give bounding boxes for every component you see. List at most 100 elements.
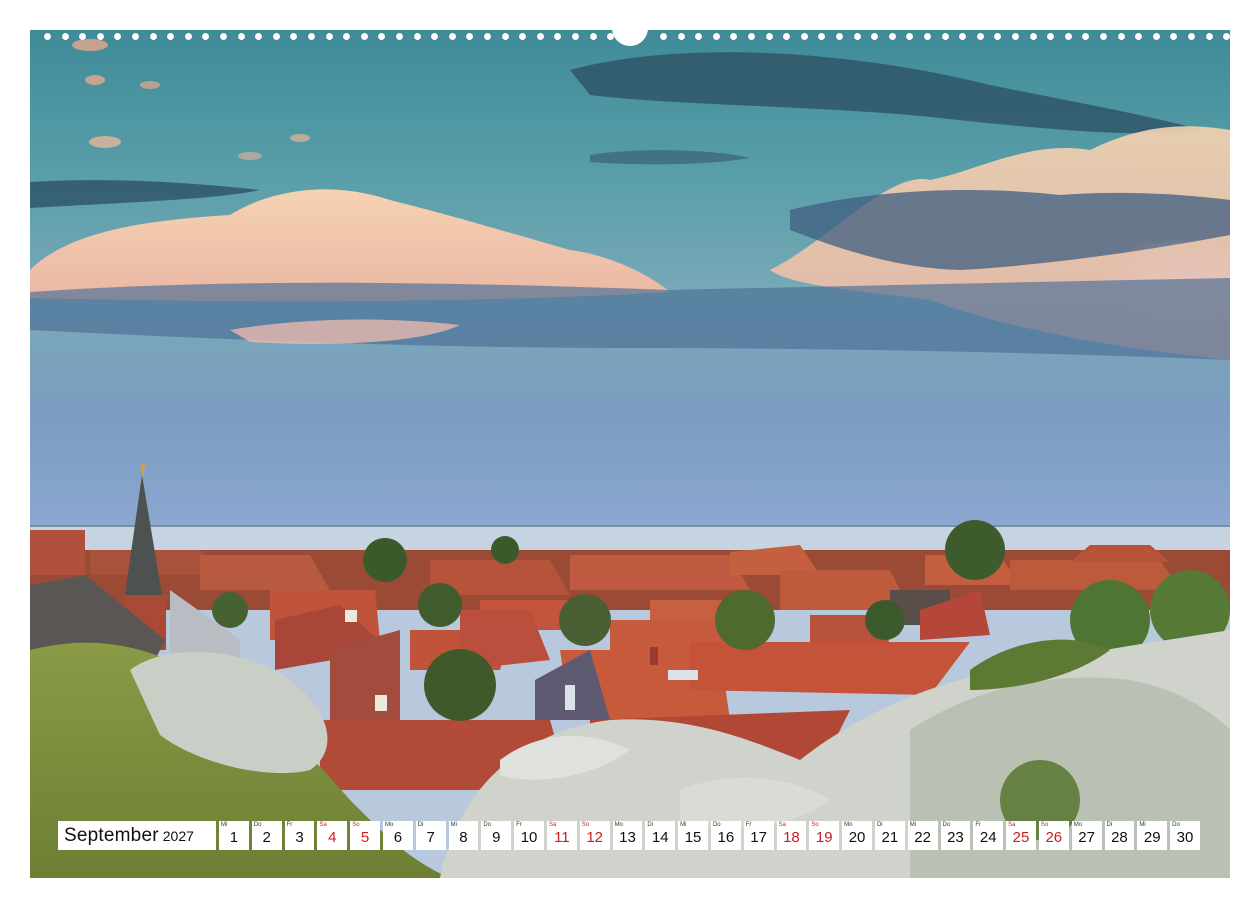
weekday-label: Di: [876, 822, 883, 828]
day-number: 21: [881, 829, 899, 846]
binding-hole: [132, 33, 139, 40]
binding-hole: [660, 33, 667, 40]
day-number: 27: [1078, 829, 1095, 846]
day-cell: Sa 18: [776, 821, 807, 850]
binding-hole: [765, 33, 773, 40]
binding-hole: [695, 33, 703, 40]
day-cell: Di 14: [645, 821, 676, 850]
dark-cloud: [30, 180, 260, 208]
binding-hole: [325, 33, 333, 40]
weekday-label: So: [581, 822, 590, 828]
day-cell: Do 9: [481, 821, 512, 850]
day-number: 4: [328, 829, 337, 846]
day-cell: Fr 24: [973, 821, 1004, 850]
binding-hole: [1064, 33, 1072, 40]
binding-hole: [96, 33, 104, 40]
day-cell: So 5: [350, 821, 380, 850]
binding-hole: [272, 33, 280, 40]
binding-hole: [202, 33, 210, 40]
binding-hole: [730, 33, 738, 40]
day-cell: Fr 10: [514, 821, 544, 850]
binding-hole: [519, 33, 527, 40]
binding-hole: [1188, 33, 1195, 40]
small-cloud: [140, 81, 160, 89]
binding-hole: [589, 33, 597, 40]
day-number: 15: [684, 829, 702, 846]
binding-hole: [941, 33, 949, 40]
weekday-label: Mi: [450, 822, 457, 828]
day-cells: Mi 1 Do 2 Fr 3 Sa 4 So 5 Mo 6 Di 7 Mi 8 Do 9 Fr 10 Sa 11 So 12 M…: [219, 821, 1200, 850]
binding-hole: [167, 33, 175, 40]
day-cell: Do 16: [710, 821, 741, 850]
weekday-label: Mi: [221, 822, 228, 828]
day-number: 9: [492, 829, 501, 846]
small-cloud: [89, 136, 121, 148]
weekday-label: So: [352, 822, 360, 828]
binding-hole: [448, 33, 456, 40]
day-cell: Mo 27: [1071, 821, 1102, 850]
binding-hole: [976, 33, 984, 40]
binding-hole: [466, 33, 474, 40]
binding-hole: [501, 33, 509, 40]
day-number: 25: [1012, 829, 1030, 846]
binding-hole: [290, 33, 298, 40]
binding-hole: [1152, 33, 1160, 40]
landscape-illustration: [30, 39, 1230, 878]
small-cloud: [238, 152, 262, 160]
binding-hole: [677, 33, 685, 40]
binding-hole: [114, 33, 122, 40]
dark-cloud-band: [30, 278, 1230, 360]
weekday-label: Do: [1172, 822, 1180, 828]
weekday-label: Do: [942, 822, 951, 828]
binding-hole: [1082, 33, 1090, 40]
binding-hole: [378, 33, 386, 40]
binding-hole: [906, 33, 914, 40]
dark-cloud: [590, 150, 750, 165]
binding-hole: [1100, 33, 1107, 40]
day-cell: Mi 1: [219, 821, 249, 850]
binding-hole: [149, 33, 157, 40]
weekday-label: Fr: [745, 822, 752, 828]
binding-hole: [800, 33, 808, 40]
weekday-label: Sa: [319, 822, 327, 828]
day-cell: Mo 13: [612, 821, 643, 850]
day-number: 12: [586, 829, 603, 846]
day-number: 17: [750, 829, 767, 846]
day-number: 24: [979, 829, 997, 846]
calendar-photo: [30, 30, 1230, 878]
month-name: September: [64, 824, 159, 846]
weekday-label: Di: [647, 822, 654, 828]
day-cell: Mi 22: [907, 821, 938, 850]
month-label: September 2027: [58, 821, 216, 850]
day-number: 23: [947, 829, 964, 846]
binding-hole: [853, 33, 861, 40]
binding-hole: [959, 33, 967, 40]
binding-hole: [748, 33, 755, 40]
weekday-label: Fr: [975, 822, 981, 828]
day-number: 16: [717, 829, 735, 846]
calendar-strip: September 2027 Mi 1 Do 2 Fr 3 Sa 4 So 5 Mo 6 Di 7 Mi 8 D…: [58, 821, 1200, 850]
day-number: 6: [393, 829, 403, 846]
weekday-label: Fr: [286, 822, 293, 828]
binding-hole: [783, 33, 791, 40]
day-number: 22: [914, 829, 931, 846]
day-cell: Sa 11: [546, 821, 577, 850]
binding-hole: [237, 33, 245, 40]
binding-hole: [1205, 33, 1213, 40]
binding-hole: [607, 33, 615, 40]
weekday-label: Sa: [1008, 822, 1016, 828]
binding-hole: [1170, 33, 1178, 40]
small-cloud: [290, 134, 310, 142]
spiral-binding: [30, 28, 1231, 46]
day-cell: Di 21: [874, 821, 905, 850]
binding-hole: [1012, 33, 1019, 40]
day-cell: So 19: [809, 821, 840, 850]
day-cell: Di 28: [1104, 821, 1135, 850]
dark-cloud: [570, 52, 1200, 134]
weekday-label: So: [1040, 822, 1049, 828]
day-number: 5: [360, 829, 370, 846]
binding-hole: [220, 33, 227, 40]
day-cell: Sa 4: [317, 821, 348, 850]
binding-hole: [255, 33, 263, 40]
weekday-label: So: [811, 822, 819, 828]
